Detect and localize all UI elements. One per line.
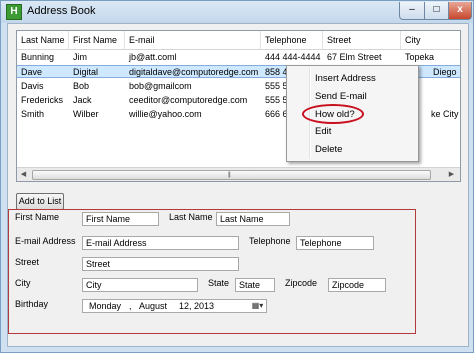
zipcode-field[interactable]: Zipcode	[328, 278, 386, 292]
last-name-label: Last Name	[169, 212, 213, 222]
entry-form	[8, 209, 416, 334]
cell-first-name: Wilber	[73, 109, 99, 119]
cell-first-name: Jack	[73, 95, 92, 105]
email-field[interactable]: E-mail Address	[82, 236, 239, 250]
birthday-label: Birthday	[15, 299, 49, 309]
street-field[interactable]: Street	[82, 257, 239, 271]
menu-item-send-email[interactable]: Send E-mail	[315, 91, 367, 102]
list-header: Last Name First Name E-mail Telephone St…	[17, 31, 460, 50]
cell-last-name: Dave	[21, 67, 43, 77]
window-title: Address Book	[27, 5, 96, 17]
cell-telephone: 444 444-4444	[265, 52, 321, 62]
first-name-field[interactable]: First Name	[82, 212, 159, 226]
date-weekday[interactable]: Monday	[89, 300, 121, 312]
cell-email: bob@gmailcom	[129, 81, 192, 91]
minimize-button[interactable]: –	[399, 2, 425, 20]
birthday-date-picker[interactable]: Monday , August 12, 2013 ▦▾	[82, 299, 267, 313]
cell-last-name: Bunning	[21, 52, 55, 62]
telephone-label: Telephone	[249, 236, 291, 246]
cell-email: willie@yahoo.com	[129, 109, 202, 119]
date-day-year[interactable]: 12, 2013	[179, 300, 214, 312]
cell-first-name: Bob	[73, 81, 90, 91]
column-header-last-name[interactable]: Last Name	[17, 31, 69, 49]
zipcode-label: Zipcode	[285, 278, 318, 288]
menu-item-delete[interactable]: Delete	[315, 144, 342, 155]
street-label: Street	[15, 257, 40, 267]
scrollbar-grip: |||	[228, 172, 231, 178]
cell-city: Topeka	[405, 52, 435, 62]
email-label: E-mail Address	[15, 236, 76, 246]
state-label: State	[208, 278, 230, 288]
cell-first-name: Jim	[73, 52, 87, 62]
cell-last-name: Fredericks	[21, 95, 64, 105]
date-month[interactable]: August	[139, 300, 167, 312]
column-header-street[interactable]: Street	[323, 31, 401, 49]
title-bar[interactable]: H Address Book – □ x	[1, 1, 473, 23]
calendar-icon[interactable]: ▦▾	[249, 300, 266, 312]
first-name-label: First Name	[15, 212, 60, 222]
cell-first-name: Digital	[73, 67, 99, 77]
column-header-email[interactable]: E-mail	[125, 31, 261, 49]
highlight-ring	[302, 104, 364, 124]
cell-last-name: Davis	[21, 81, 44, 91]
scrollbar-thumb[interactable]: |||	[32, 170, 431, 180]
date-separator: ,	[129, 301, 132, 311]
cell-city: Diego	[433, 67, 457, 77]
horizontal-scrollbar[interactable]: ◀ ||| ▶	[17, 167, 460, 181]
close-button[interactable]: x	[448, 2, 472, 20]
cell-city: ke City	[431, 109, 459, 119]
column-header-telephone[interactable]: Telephone	[261, 31, 323, 49]
address-book-window: H Address Book – □ x Last Name First Nam…	[0, 0, 474, 353]
app-icon: H	[6, 4, 22, 20]
column-header-city[interactable]: City	[401, 31, 460, 49]
maximize-button[interactable]: □	[424, 2, 449, 20]
chevron-right-icon[interactable]: ▶	[445, 168, 458, 181]
table-row[interactable]: Bunning Jim jb@att.coml 444 444-4444 67 …	[17, 51, 460, 64]
cell-email: ceeditor@computoredge.com	[129, 95, 248, 105]
telephone-field[interactable]: Telephone	[296, 236, 374, 250]
cell-street: 67 Elm Street	[327, 52, 382, 62]
column-header-first-name[interactable]: First Name	[69, 31, 125, 49]
city-field[interactable]: City	[82, 278, 198, 292]
add-to-list-button[interactable]: Add to List	[16, 193, 64, 210]
city-label: City	[15, 278, 31, 288]
menu-item-edit[interactable]: Edit	[315, 126, 331, 137]
cell-last-name: Smith	[21, 109, 45, 119]
chevron-left-icon[interactable]: ◀	[17, 168, 30, 181]
last-name-field[interactable]: Last Name	[216, 212, 290, 226]
state-field[interactable]: State	[235, 278, 275, 292]
cell-email: digitaldave@computoredge.com	[129, 67, 259, 77]
menu-item-insert-address[interactable]: Insert Address	[315, 73, 376, 84]
cell-email: jb@att.coml	[129, 52, 177, 62]
